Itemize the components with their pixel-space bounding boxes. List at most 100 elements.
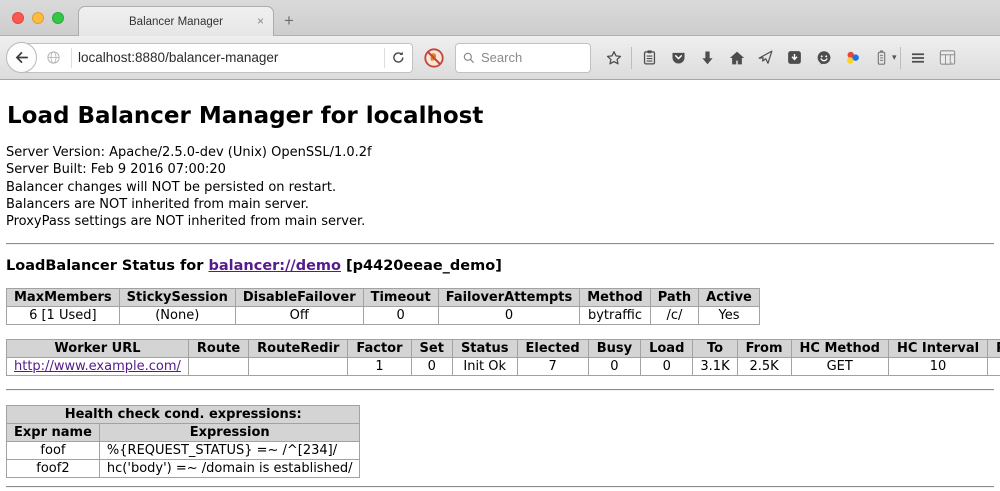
cell-worker-url: http://www.example.com/	[7, 358, 189, 376]
balancer-status-heading: LoadBalancer Status for balancer://demo …	[6, 258, 994, 274]
table-row: http://www.example.com/ 1 0 Init Ok 7 0 …	[7, 358, 1000, 376]
close-window-button[interactable]	[12, 12, 24, 24]
cell-failoverattempts: 0	[438, 307, 580, 325]
page-title: Load Balancer Manager for localhost	[6, 80, 994, 129]
table-header-row: Expr name Expression	[7, 424, 360, 442]
col-hc-interval: HC Interval	[888, 340, 987, 358]
cell-method: bytraffic	[580, 307, 650, 325]
reload-icon	[391, 50, 406, 65]
balancer-demo-link[interactable]: balancer://demo	[208, 258, 341, 274]
minimize-window-button[interactable]	[32, 12, 44, 24]
col-passes: Passes	[988, 340, 1000, 358]
col-path: Path	[650, 289, 698, 307]
content-blocker-icon[interactable]	[423, 47, 445, 69]
color-picker-extension-button[interactable]	[838, 43, 867, 73]
battery-icon	[873, 49, 890, 66]
download-arrow-icon	[699, 49, 716, 66]
star-icon	[605, 49, 623, 67]
table-row: foof2 hc('body') =~ /domain is establish…	[7, 460, 360, 478]
toolbar-separator	[631, 47, 632, 69]
page-content: Load Balancer Manager for localhost Serv…	[0, 80, 1000, 488]
reading-list-button[interactable]	[635, 43, 664, 73]
health-table-title: Health check cond. expressions:	[7, 406, 360, 424]
server-built-line: Server Built: Feb 9 2016 07:00:20	[6, 161, 994, 178]
home-button[interactable]	[722, 43, 751, 73]
server-version-line: Server Version: Apache/2.5.0-dev (Unix) …	[6, 144, 994, 161]
col-status: Status	[452, 340, 517, 358]
home-icon	[728, 49, 746, 67]
cell-set: 0	[411, 358, 452, 376]
col-maxmembers: MaxMembers	[7, 289, 120, 307]
toolbar-separator	[900, 47, 901, 69]
globe-icon	[46, 50, 61, 65]
cell-hc-method: GET	[791, 358, 888, 376]
colored-dots-icon	[844, 49, 862, 67]
heading-prefix: LoadBalancer Status for	[6, 258, 208, 274]
tab-balancer-manager[interactable]: Balancer Manager ×	[78, 6, 274, 36]
col-failoverattempts: FailoverAttempts	[438, 289, 580, 307]
table-row: 6 [1 Used] (None) Off 0 0 bytraffic /c/ …	[7, 307, 760, 325]
col-timeout: Timeout	[363, 289, 438, 307]
blocked-badge-icon	[423, 47, 445, 69]
col-disablefailover: DisableFailover	[235, 289, 363, 307]
col-active: Active	[699, 289, 760, 307]
col-load: Load	[641, 340, 693, 358]
pocket-button[interactable]	[664, 43, 693, 73]
cell-routeredir	[249, 358, 348, 376]
cell-hc-interval: 10	[888, 358, 987, 376]
feedback-button[interactable]	[809, 43, 838, 73]
back-button[interactable]	[6, 42, 37, 73]
col-factor: Factor	[348, 340, 411, 358]
cell-factor: 1	[348, 358, 411, 376]
screenshot-extension-button[interactable]	[933, 43, 962, 73]
cell-load: 0	[641, 358, 693, 376]
section-divider	[6, 389, 994, 391]
bottom-divider	[6, 486, 994, 488]
chevron-down-icon[interactable]: ▾	[892, 53, 897, 63]
smiley-icon	[815, 49, 833, 67]
grid-window-icon	[938, 48, 957, 67]
back-arrow-icon	[13, 49, 30, 66]
worker-url-link[interactable]: http://www.example.com/	[14, 359, 181, 374]
urlbar-divider	[384, 48, 385, 68]
col-expression: Expression	[99, 424, 360, 442]
download-manager-button[interactable]	[780, 43, 809, 73]
cell-disablefailover: Off	[235, 307, 363, 325]
tab-close-icon[interactable]: ×	[257, 15, 264, 27]
col-to: To	[693, 340, 737, 358]
url-input[interactable]	[78, 50, 378, 65]
cell-route	[188, 358, 248, 376]
search-icon	[462, 51, 476, 65]
pocket-icon	[670, 49, 687, 66]
cell-status: Init Ok	[452, 358, 517, 376]
search-input[interactable]	[481, 50, 571, 65]
zoom-window-button[interactable]	[52, 12, 64, 24]
table-header-row: Worker URL Route RouteRedir Factor Set S…	[7, 340, 1000, 358]
url-bar[interactable]	[21, 43, 413, 73]
table-title-row: Health check cond. expressions:	[7, 406, 360, 424]
col-from: From	[737, 340, 791, 358]
traffic-lights	[12, 12, 64, 24]
col-expr-name: Expr name	[7, 424, 100, 442]
title-bar: Balancer Manager × +	[0, 0, 1000, 36]
col-routeredir: RouteRedir	[249, 340, 348, 358]
proxypass-warning-line: ProxyPass settings are NOT inherited fro…	[6, 213, 994, 230]
bookmark-star-button[interactable]	[599, 43, 628, 73]
send-tab-button[interactable]	[751, 43, 780, 73]
cell-to: 3.1K	[693, 358, 737, 376]
cell-expression: hc('body') =~ /domain is established/	[99, 460, 360, 478]
cell-stickysession: (None)	[119, 307, 235, 325]
cell-maxmembers: 6 [1 Used]	[7, 307, 120, 325]
cell-from: 2.5K	[737, 358, 791, 376]
col-worker-url: Worker URL	[7, 340, 189, 358]
col-set: Set	[411, 340, 452, 358]
downloads-button[interactable]	[693, 43, 722, 73]
clipboard-icon	[641, 49, 658, 66]
cell-path: /c/	[650, 307, 698, 325]
col-method: Method	[580, 289, 650, 307]
menu-button[interactable]	[904, 43, 933, 73]
reload-button[interactable]	[391, 50, 406, 65]
new-tab-button[interactable]: +	[284, 11, 294, 31]
heading-suffix: [p4420eeae_demo]	[341, 258, 502, 274]
search-box[interactable]	[455, 43, 591, 73]
